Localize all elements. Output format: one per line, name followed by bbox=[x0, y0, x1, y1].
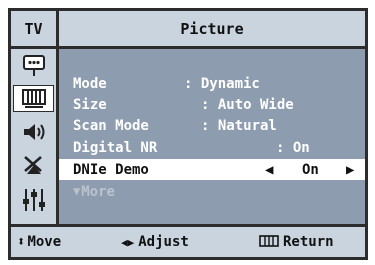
menu-title: Picture bbox=[180, 19, 244, 38]
menu-row-more[interactable]: ▼ More bbox=[73, 181, 363, 202]
menu-row-mode[interactable]: Mode : Dynamic bbox=[73, 73, 363, 94]
sidebar-item-sound[interactable] bbox=[14, 119, 53, 144]
more-label: More bbox=[81, 183, 115, 200]
left-right-arrow-icon: ◀▶ bbox=[121, 235, 135, 249]
more-item: ▼ More bbox=[73, 184, 115, 200]
picture-icon bbox=[21, 88, 46, 108]
picture-settings-list: Mode : Dynamic Size : Auto Wide Scan Mod… bbox=[59, 49, 365, 224]
help-move: ⬍ Move bbox=[17, 234, 61, 250]
right-arrow-icon[interactable]: ▶ bbox=[346, 162, 354, 178]
menu-row-dnie-demo[interactable]: DNIe Demo ◀ On ▶ bbox=[59, 159, 365, 180]
help-return: Return bbox=[259, 234, 334, 250]
sidebar-item-setup[interactable] bbox=[14, 185, 53, 215]
sidebar-item-channel[interactable] bbox=[14, 152, 53, 177]
dnie-demo-label: DNIe Demo bbox=[73, 161, 149, 178]
help-adjust: ◀▶ Adjust bbox=[121, 234, 189, 250]
scan-mode-value: : Natural bbox=[201, 117, 277, 134]
input-icon bbox=[22, 54, 45, 76]
help-bar: ⬍ Move ◀▶ Adjust Return bbox=[11, 224, 365, 257]
adjust-label: Adjust bbox=[138, 234, 189, 250]
category-sidebar bbox=[11, 49, 59, 224]
up-down-arrow-icon: ⬍ bbox=[17, 234, 26, 250]
setup-icon bbox=[22, 189, 45, 211]
osd-menu-window: TV Picture Mode: Dynamic Size: Auto Wi… bbox=[8, 8, 368, 260]
dnie-demo-value: On bbox=[302, 161, 319, 178]
mode-value: : Dynamic bbox=[184, 75, 260, 92]
channel-icon bbox=[23, 155, 42, 174]
menu-header: TV Picture bbox=[11, 11, 365, 49]
digital-nr-value: : On bbox=[276, 139, 310, 156]
menu-row-scan-mode[interactable]: Scan Mode : Natural bbox=[73, 115, 363, 136]
return-label: Return bbox=[283, 234, 334, 250]
digital-nr-label: Digital NR bbox=[73, 139, 158, 156]
tv-label: TV bbox=[11, 11, 59, 46]
scan-mode-label: Scan Mode bbox=[73, 117, 149, 134]
menu-row-digital-nr[interactable]: Digital NR : On bbox=[73, 137, 363, 158]
down-arrow-icon: ▼ bbox=[73, 183, 81, 198]
mode-label: Mode bbox=[73, 75, 107, 92]
sound-icon bbox=[23, 123, 44, 140]
sidebar-item-input[interactable] bbox=[14, 53, 53, 78]
size-label: Size bbox=[73, 96, 107, 113]
left-arrow-icon[interactable]: ◀ bbox=[265, 162, 273, 178]
move-label: Move bbox=[27, 234, 62, 250]
menu-row-size[interactable]: Size : Auto Wide bbox=[73, 94, 363, 115]
size-value: : Auto Wide bbox=[201, 96, 294, 113]
menu-icon bbox=[259, 235, 279, 247]
sidebar-item-picture[interactable] bbox=[13, 85, 54, 112]
